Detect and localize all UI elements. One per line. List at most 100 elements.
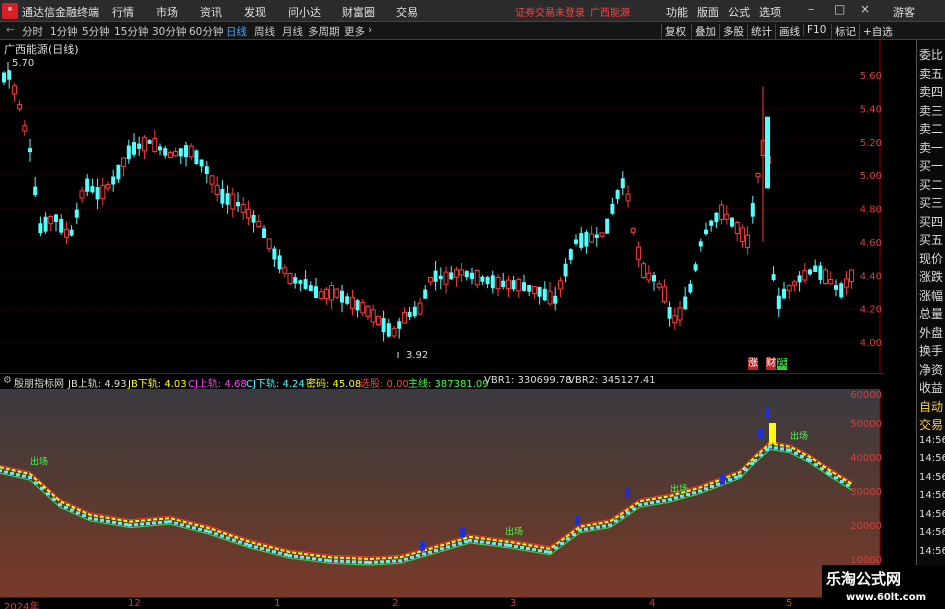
period-1min[interactable]: 1分钟 [50, 24, 78, 39]
side-panel-item[interactable]: 卖四 [919, 83, 943, 100]
period-weekly[interactable]: 周线 [254, 24, 275, 39]
stock-chart-title[interactable]: 广西能源(日线) [4, 41, 79, 57]
tool-stats[interactable]: 统计 [747, 24, 772, 39]
menu-trade[interactable]: 交易 [396, 4, 418, 20]
period-60min[interactable]: 60分钟 [189, 24, 223, 39]
side-panel-item[interactable]: 卖一 [919, 139, 943, 156]
tool-overlay[interactable]: 叠加 [691, 24, 716, 39]
indicator-canvas[interactable]: 600005000040000300002000010000出场出场出场出场 [0, 388, 885, 597]
side-panel-item[interactable]: 14:56 [919, 527, 945, 538]
side-panel-item[interactable]: 现价 [919, 250, 943, 267]
high-price-label: 5.70 [12, 58, 35, 69]
side-panel-item[interactable]: 委比 [919, 46, 943, 63]
side-panel-item[interactable]: 收益 [919, 379, 943, 396]
watermark-title: 乐淘公式网 [826, 570, 902, 588]
side-panel-item[interactable]: 14:56 [919, 509, 945, 520]
menu-formula[interactable]: 公式 [728, 4, 750, 20]
side-panel-item[interactable]: 外盘 [919, 324, 943, 341]
side-panel-item[interactable]: 涨幅 [919, 287, 943, 304]
menu-bar: ˢ 通达信金融终端 行情 市场 资讯 发现 问小达 财富圈 交易 证券交易未登录… [0, 0, 945, 22]
side-panel-item[interactable]: 14:56 [919, 453, 945, 464]
price-tick-label: 4.80 [860, 205, 882, 216]
price-tick-label: 5.60 [860, 71, 882, 82]
price-tick-label: 5.20 [860, 138, 882, 149]
indicator-tick-label: 40000 [850, 453, 882, 464]
side-panel-item[interactable]: 14:56 [919, 472, 945, 483]
period-monthly[interactable]: 月线 [282, 24, 303, 39]
settings-icon[interactable]: ⚙ [3, 375, 12, 386]
tool-add-watchlist[interactable]: +自选 [859, 24, 893, 39]
period-more[interactable]: 更多 [344, 24, 365, 39]
side-panel-item[interactable]: 买二 [919, 176, 943, 193]
xaxis-label: 2 [392, 598, 399, 609]
side-panel-item[interactable]: 卖五 [919, 65, 943, 82]
tool-f10[interactable]: F10 [803, 24, 826, 36]
side-panel-item[interactable]: 换手 [919, 342, 943, 359]
minimize-button[interactable]: – [808, 2, 814, 16]
side-panel-item[interactable]: 总量 [919, 305, 943, 322]
menu-functions[interactable]: 功能 [666, 4, 688, 20]
indicator-chart[interactable]: 60000 50000 40000 30000 20000 10000 出场 出场 出场 出场 [0, 388, 885, 597]
stock-tag: 广西能源 [590, 8, 630, 19]
side-panel-item[interactable]: 自动 [919, 398, 943, 415]
xaxis-label: 3 [510, 598, 517, 609]
side-panel-item[interactable]: 交易 [919, 416, 943, 433]
menu-layout[interactable]: 版面 [697, 4, 719, 20]
period-5min[interactable]: 5分钟 [82, 24, 110, 39]
side-panel-item[interactable]: 卖三 [919, 102, 943, 119]
menu-ask-xiaoda[interactable]: 问小达 [288, 4, 321, 20]
side-panel-item[interactable]: 买一 [919, 157, 943, 174]
period-daily[interactable]: 日线 [226, 24, 247, 39]
login-status[interactable]: 证券交易未登录 [515, 4, 585, 19]
period-30min[interactable]: 30分钟 [152, 24, 186, 39]
side-panel-item[interactable]: 买五 [919, 231, 943, 248]
indicator-password: 密码: 45.08 [306, 379, 362, 390]
menu-discover[interactable]: 发现 [244, 4, 266, 20]
price-tick-label: 4.60 [860, 238, 882, 249]
xaxis-label: 4 [649, 598, 656, 609]
price-tick-label: 5.00 [860, 171, 882, 182]
guest-user[interactable]: 游客 [893, 4, 915, 20]
period-multi[interactable]: 多周期 [308, 24, 340, 39]
indicator-tick-label: 60000 [850, 390, 882, 401]
period-15min[interactable]: 15分钟 [114, 24, 148, 39]
price-tick-label: 4.20 [860, 305, 882, 316]
side-panel-item[interactable]: 买四 [919, 213, 943, 230]
indicator-vbr2: VBR2: 345127.41 [568, 375, 656, 386]
side-panel-item[interactable]: 涨跌 [919, 268, 943, 285]
chevron-right-icon[interactable]: › [368, 24, 372, 36]
marker-cai[interactable]: 财 [766, 358, 776, 370]
menu-quotes[interactable]: 行情 [112, 4, 134, 20]
marker-die[interactable]: 跌 [777, 358, 787, 370]
exit-annotation: 出场 [30, 456, 48, 468]
back-icon[interactable]: ← [6, 24, 15, 36]
kline-canvas[interactable]: 5.60 5.40 5.20 5.00 4.80 4.60 4.40 4.20 4.00 [0, 40, 885, 373]
maximize-button[interactable]: □ [834, 2, 845, 16]
menu-options[interactable]: 选项 [759, 4, 781, 20]
side-panel-item[interactable]: 14:56 [919, 490, 945, 501]
tool-draw[interactable]: 画线 [775, 24, 800, 39]
tool-multi-stock[interactable]: 多股 [719, 24, 744, 39]
period-intraday[interactable]: 分时 [22, 24, 43, 39]
side-panel-item[interactable]: 买三 [919, 194, 943, 211]
tool-adjust[interactable]: 复权 [661, 24, 686, 39]
marker-zhang[interactable]: 涨 [748, 358, 758, 370]
xaxis-label: 1 [274, 598, 281, 609]
side-panel-item[interactable]: 14:56 [919, 435, 945, 446]
indicator-mainline: 主线: 387381.09 [408, 379, 489, 390]
indicator-select: 选股: 0.00 [360, 379, 409, 390]
tool-mark[interactable]: 标记 [831, 24, 856, 39]
menu-wealth-circle[interactable]: 财富圈 [342, 4, 375, 20]
side-panel-item[interactable]: 净资 [919, 361, 943, 378]
menu-news[interactable]: 资讯 [200, 4, 222, 20]
quote-side-panel: 委比卖五 卖四卖三 卖二卖一 买一买二 买三买四 买五现价 涨跌涨幅 总量外盘 换手净资 收益自动… [916, 40, 945, 609]
kline-chart[interactable]: 5.60 5.40 5.20 5.00 4.80 4.60 4.40 4.20 4.00 广西能… [0, 40, 885, 373]
side-panel-item[interactable]: 14:56 [919, 546, 945, 557]
xaxis-label: 2024年 [4, 602, 40, 609]
side-panel-item[interactable]: 卖二 [919, 120, 943, 137]
indicator-name[interactable]: 殷朋指标网 [14, 375, 64, 390]
menu-market[interactable]: 市场 [156, 4, 178, 20]
time-axis: 2024年 12 1 2 3 4 5 [0, 597, 885, 609]
close-button[interactable]: × [860, 2, 870, 16]
exit-annotation: 出场 [790, 430, 808, 442]
